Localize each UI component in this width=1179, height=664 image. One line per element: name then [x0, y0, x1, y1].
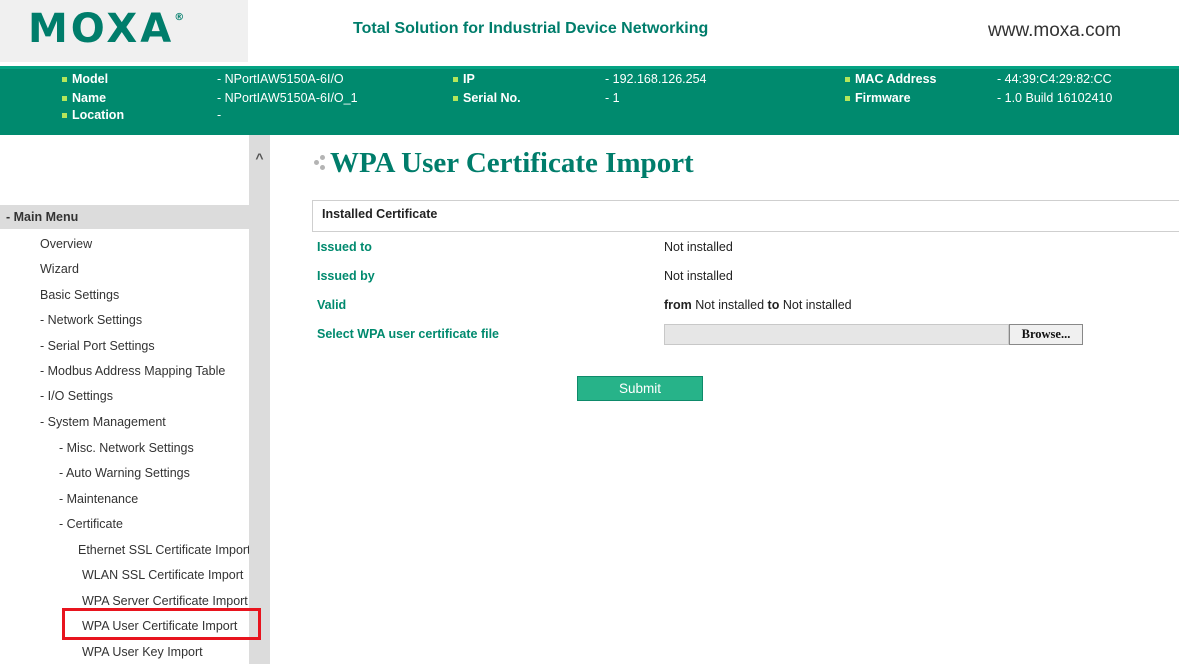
name-label: Name [62, 91, 106, 105]
issued-by-value: Not installed [664, 269, 733, 283]
mac-label: MAC Address [845, 72, 937, 86]
moxa-logo: MOXA® [28, 6, 184, 52]
valid-label: Valid [317, 298, 347, 312]
model-label: Model [62, 72, 108, 86]
ip-value: - 192.168.126.254 [605, 72, 707, 86]
mac-value: - 44:39:C4:29:82:CC [997, 72, 1112, 86]
menu-item-modbus-mapping[interactable]: - Modbus Address Mapping Table [40, 364, 249, 378]
menu-item-wlan-ssl-cert[interactable]: WLAN SSL Certificate Import [82, 568, 249, 582]
bullet-icon [453, 77, 458, 83]
valid-value: from Not installed to Not installed [664, 298, 852, 312]
page-title: WPA User Certificate Import [314, 147, 694, 180]
submit-button[interactable]: Submit [577, 376, 703, 401]
firmware-label: Firmware [845, 91, 911, 105]
logo-area: MOXA® [0, 0, 248, 62]
menu-item-network-settings[interactable]: - Network Settings [40, 313, 245, 327]
firmware-value: - 1.0 Build 16102410 [997, 91, 1113, 105]
bullet-icon [62, 113, 67, 119]
website-link[interactable]: www.moxa.com [988, 20, 1121, 42]
model-value: - NPortIAW5150A-6I/O [217, 72, 344, 86]
menu-item-wpa-user-key[interactable]: WPA User Key Import [82, 645, 249, 659]
registered-mark: ® [174, 12, 185, 23]
menu-item-io-settings[interactable]: - I/O Settings [40, 389, 245, 403]
sidebar-scrollbar[interactable] [249, 135, 270, 664]
menu-item-basic-settings[interactable]: Basic Settings [40, 288, 245, 302]
menu-item-wizard[interactable]: Wizard [40, 262, 245, 276]
location-label: Location [62, 108, 124, 122]
valid-to-word: to [767, 298, 780, 312]
valid-from-value: Not installed [695, 298, 765, 312]
issued-to-value: Not installed [664, 240, 733, 254]
bullet-icon [845, 77, 850, 83]
device-info-bar: Model - NPortIAW5150A-6I/O Name - NPortI… [0, 66, 1179, 135]
bullet-icon [62, 96, 67, 102]
page-header: MOXA® Total Solution for Industrial Devi… [0, 0, 1179, 66]
bullet-icon [453, 96, 458, 102]
selected-item-highlight [62, 608, 261, 640]
bullet-icon [845, 96, 850, 102]
menu-item-serial-port-settings[interactable]: - Serial Port Settings [40, 339, 245, 353]
valid-from-word: from [664, 298, 692, 312]
logo-text: MOXA [28, 6, 175, 52]
ip-label: IP [453, 72, 475, 86]
bullet-icon [62, 77, 67, 83]
menu-item-wpa-server-cert[interactable]: WPA Server Certificate Import [82, 594, 249, 608]
menu-item-misc-network[interactable]: - Misc. Network Settings [59, 441, 247, 455]
scroll-up-icon[interactable]: ^ [249, 148, 270, 168]
issued-by-label: Issued by [317, 269, 375, 283]
serial-label: Serial No. [453, 91, 521, 105]
valid-to-value: Not installed [782, 298, 852, 312]
menu-item-overview[interactable]: Overview [40, 237, 245, 251]
issued-to-label: Issued to [317, 240, 372, 254]
tagline: Total Solution for Industrial Device Net… [353, 20, 709, 37]
title-dots-icon [314, 155, 330, 173]
section-title: Installed Certificate [322, 207, 438, 221]
menu-item-certificate[interactable]: - Certificate [59, 517, 247, 531]
installed-certificate-section [312, 200, 1179, 232]
certificate-file-input[interactable] [664, 324, 1009, 345]
menu-item-system-management[interactable]: - System Management [40, 415, 245, 429]
name-value: - NPortIAW5150A-6I/O_1 [217, 91, 358, 105]
browse-button[interactable]: Browse... [1009, 324, 1083, 345]
menu-item-auto-warning[interactable]: - Auto Warning Settings [59, 466, 247, 480]
menu-item-maintenance[interactable]: - Maintenance [59, 492, 247, 506]
file-select-label: Select WPA user certificate file [317, 327, 500, 341]
menu-item-ethernet-ssl-cert[interactable]: Ethernet SSL Certificate Import [78, 543, 249, 557]
main-menu-header[interactable]: - Main Menu [0, 205, 249, 229]
serial-value: - 1 [605, 91, 620, 105]
location-value: - [217, 108, 222, 122]
